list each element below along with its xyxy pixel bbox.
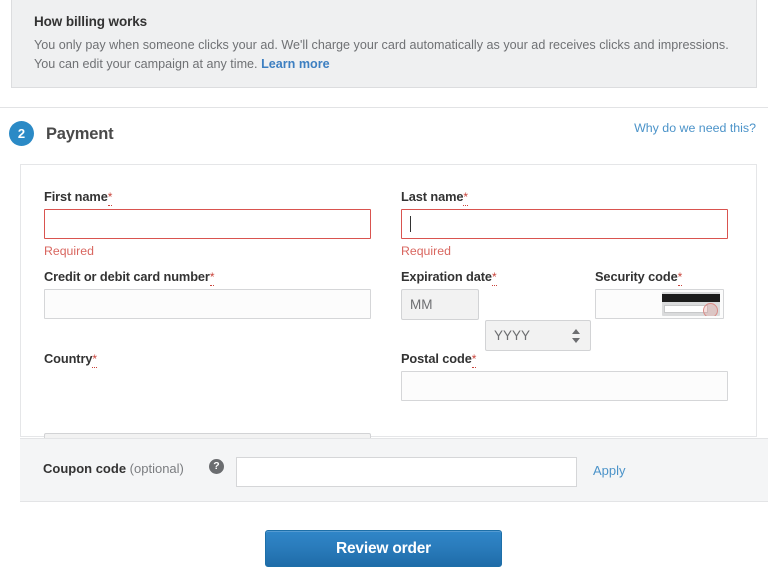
coupon-code-input[interactable] bbox=[236, 457, 577, 487]
last-name-input[interactable] bbox=[401, 209, 728, 239]
coupon-code-label-text: Coupon code bbox=[43, 461, 127, 476]
country-label-text: Country bbox=[44, 351, 93, 366]
security-code-input-wrap bbox=[595, 289, 724, 319]
review-order-button[interactable]: Review order bbox=[265, 530, 502, 567]
required-asterisk-icon: * bbox=[107, 190, 113, 206]
card-number-input[interactable] bbox=[44, 289, 371, 319]
required-asterisk-icon: * bbox=[677, 270, 683, 286]
required-asterisk-icon: * bbox=[209, 270, 215, 286]
expiration-month-value: MM bbox=[410, 297, 433, 312]
billing-info-box: How billing works You only pay when some… bbox=[11, 0, 757, 88]
payment-section-title: Payment bbox=[46, 125, 114, 143]
text-cursor bbox=[410, 216, 411, 232]
learn-more-link[interactable]: Learn more bbox=[261, 57, 330, 71]
coupon-code-label: Coupon code (optional) bbox=[43, 461, 184, 476]
required-asterisk-icon: * bbox=[471, 352, 477, 368]
expiration-month-select[interactable]: MM bbox=[401, 289, 479, 320]
country-label: Country* bbox=[44, 351, 97, 368]
payment-form-box: First name* Required Last name* Required… bbox=[20, 164, 757, 464]
last-name-label-text: Last name bbox=[401, 189, 464, 204]
last-name-label: Last name* bbox=[401, 189, 468, 206]
last-name-error: Required bbox=[401, 244, 451, 258]
first-name-input[interactable] bbox=[44, 209, 371, 239]
why-do-we-need-this-link[interactable]: Why do we need this? bbox=[634, 121, 756, 135]
apply-coupon-link[interactable]: Apply bbox=[593, 463, 626, 478]
stepper-arrows-icon bbox=[572, 328, 581, 344]
security-code-label-text: Security code bbox=[595, 269, 678, 284]
required-asterisk-icon: * bbox=[463, 190, 468, 206]
expiration-year-select[interactable]: YYYY bbox=[485, 320, 591, 351]
required-asterisk-icon: * bbox=[92, 352, 97, 368]
payment-page: How billing works You only pay when some… bbox=[0, 0, 768, 583]
payment-section: 2 Payment Why do we need this? First nam… bbox=[0, 107, 768, 583]
card-back-cvv-icon bbox=[662, 292, 720, 316]
billing-info-title: How billing works bbox=[34, 14, 148, 29]
expiration-year-value: YYYY bbox=[494, 328, 531, 343]
payment-header: 2 Payment Why do we need this? bbox=[0, 108, 768, 156]
step-number-badge: 2 bbox=[9, 121, 34, 146]
card-number-label: Credit or debit card number* bbox=[44, 269, 215, 286]
postal-code-label: Postal code* bbox=[401, 351, 477, 368]
postal-code-label-text: Postal code bbox=[401, 351, 472, 366]
required-asterisk-icon: * bbox=[491, 270, 497, 286]
expiration-date-label: Expiration date* bbox=[401, 269, 497, 286]
coupon-optional-text: (optional) bbox=[129, 461, 184, 476]
security-code-label: Security code* bbox=[595, 269, 683, 286]
help-question-icon[interactable]: ? bbox=[209, 459, 224, 474]
billing-info-text: You only pay when someone clicks your ad… bbox=[34, 36, 734, 74]
postal-code-input[interactable] bbox=[401, 371, 728, 401]
billing-info-body: You only pay when someone clicks your ad… bbox=[34, 38, 729, 71]
last-name-input-wrap bbox=[401, 209, 728, 239]
coupon-section: Coupon code (optional) ? Apply bbox=[20, 438, 768, 502]
card-number-label-text: Credit or debit card number bbox=[44, 269, 210, 284]
first-name-label: First name* bbox=[44, 189, 113, 206]
first-name-error: Required bbox=[44, 244, 94, 258]
expiration-date-label-text: Expiration date bbox=[401, 269, 492, 284]
first-name-label-text: First name bbox=[44, 189, 108, 204]
